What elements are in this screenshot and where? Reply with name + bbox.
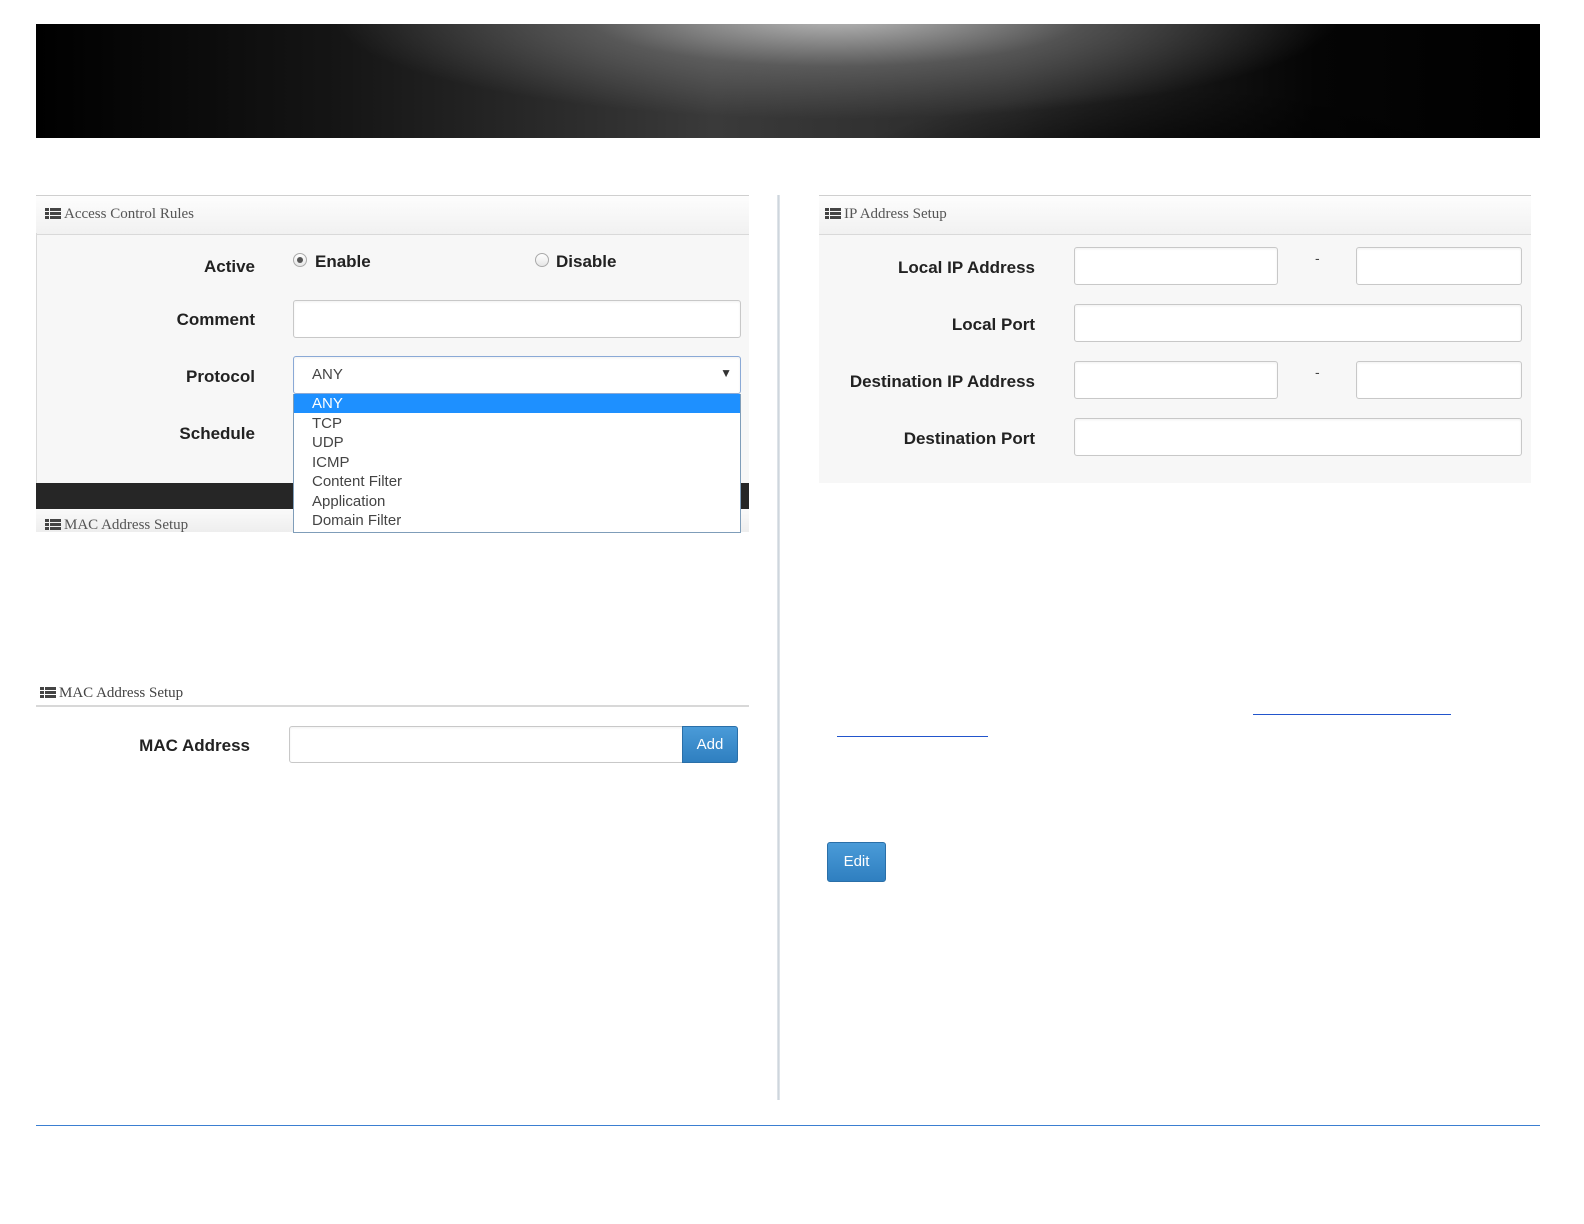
protocol-select[interactable]: ANY ▼	[293, 356, 741, 394]
disable-radio[interactable]	[535, 253, 549, 267]
protocol-dropdown-list[interactable]: ANY TCP UDP ICMP Content Filter Application Do…	[293, 394, 741, 533]
comment-input[interactable]	[293, 300, 741, 338]
local-ip-label: Local IP Address	[898, 258, 1035, 277]
list-icon	[45, 519, 61, 531]
enable-radio[interactable]	[293, 253, 307, 267]
protocol-option[interactable]: UDP	[294, 433, 740, 452]
protocol-option[interactable]: ICMP	[294, 453, 740, 472]
destination-port-input[interactable]	[1074, 418, 1522, 456]
destination-port-label: Destination Port	[903, 429, 1035, 448]
local-port-label: Local Port	[951, 315, 1035, 334]
comment-label: Comment	[176, 310, 255, 329]
range-separator: -	[1315, 364, 1320, 380]
active-label: Active	[203, 257, 255, 276]
destination-ip-end-input[interactable]	[1356, 361, 1522, 399]
protocol-option[interactable]: Application	[294, 492, 740, 511]
footer-rule	[36, 1125, 1540, 1126]
schedule-label: Schedule	[179, 424, 255, 443]
column-divider	[777, 195, 780, 1100]
link-underline[interactable]	[837, 736, 988, 737]
panel-header: Access Control Rules	[36, 195, 749, 235]
protocol-selected-value: ANY	[312, 366, 343, 383]
destination-ip-label: Destination IP Address	[849, 372, 1035, 391]
local-ip-end-input[interactable]	[1356, 247, 1522, 285]
panel-title: MAC Address Setup	[64, 517, 189, 532]
protocol-option[interactable]: Content Filter	[294, 472, 740, 491]
local-port-input[interactable]	[1074, 304, 1522, 342]
mac-address-input[interactable]	[289, 726, 684, 763]
protocol-option[interactable]: TCP	[294, 414, 740, 433]
list-icon	[825, 208, 841, 220]
edit-button[interactable]: Edit	[827, 842, 886, 882]
add-button[interactable]: Add	[682, 726, 738, 763]
mac-address-label: MAC Address	[139, 736, 250, 755]
destination-ip-start-input[interactable]	[1074, 361, 1278, 399]
panel-title: MAC Address Setup	[59, 685, 184, 701]
protocol-option[interactable]: Domain Filter	[294, 511, 740, 530]
local-ip-start-input[interactable]	[1074, 247, 1278, 285]
panel-header: IP Address Setup	[819, 195, 1531, 235]
header-banner	[36, 24, 1540, 138]
mac-address-setup-header: MAC Address Setup	[36, 683, 749, 713]
panel-title: Access Control Rules	[64, 206, 194, 222]
range-separator: -	[1315, 250, 1320, 266]
panel-title: IP Address Setup	[844, 206, 947, 222]
chevron-down-icon[interactable]: ▼	[720, 366, 732, 380]
protocol-label: Protocol	[186, 367, 255, 386]
link-underline[interactable]	[1253, 714, 1451, 715]
list-icon	[40, 687, 56, 699]
enable-label[interactable]: Enable	[315, 252, 371, 272]
disable-label[interactable]: Disable	[556, 252, 616, 272]
protocol-option[interactable]: ANY	[294, 394, 740, 413]
list-icon	[45, 208, 61, 220]
